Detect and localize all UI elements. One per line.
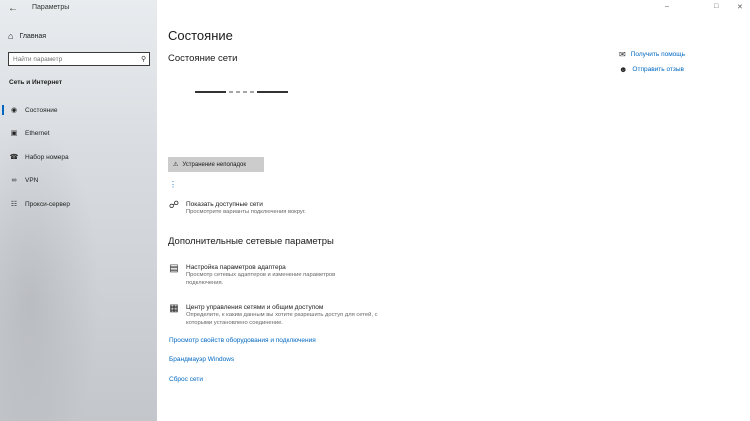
troubleshoot-label: Устранение неполадок — [182, 161, 246, 168]
sidebar-item-dialup[interactable]: ☎ Набор номера — [0, 148, 157, 166]
network-status-subtitle: Состояние сети — [168, 53, 238, 64]
back-arrow-icon[interactable]: ← — [8, 3, 18, 14]
network-diagram — [195, 91, 288, 93]
dialup-icon: ☎ — [9, 154, 19, 161]
hardware-properties-link[interactable]: Просмотр свойств оборудования и подключе… — [169, 337, 316, 344]
sharing-center-desc: Определите, к каким данным вы хотите раз… — [186, 312, 378, 326]
home-label: Главная — [19, 32, 47, 40]
feedback-label: Отправить отзыв — [632, 66, 685, 73]
sidebar-item-label: Ethernet — [25, 129, 50, 137]
sharing-center-title: Центр управления сетями и общим доступом — [186, 304, 324, 311]
show-networks-link[interactable]: ☍ Показать доступные сети Просмотрите ва… — [168, 200, 396, 217]
show-networks-title: Показать доступные сети — [186, 201, 263, 208]
firewall-link[interactable]: Брандмауэр Windows — [169, 356, 234, 363]
get-help-link[interactable]: ✉ Получить помощь — [619, 50, 685, 59]
network-reset-link[interactable]: Сброс сети — [169, 376, 203, 383]
minimize-button[interactable]: – — [665, 3, 669, 10]
title-bar: ← Параметры — [0, 0, 157, 20]
sidebar-item-label: Прокси-сервер — [25, 200, 70, 208]
home-icon: ⌂ — [8, 31, 14, 41]
adapter-settings-link[interactable]: ▤ Настройка параметров адаптера Просмотр… — [168, 263, 371, 287]
status-icon: ◉ — [10, 107, 18, 114]
adapter-icon: ▤ — [169, 263, 179, 274]
vpn-icon: ∞ — [11, 176, 17, 184]
loading-spinner-icon: ⋮ — [169, 180, 177, 189]
network-globe-icon: ☍ — [168, 200, 180, 211]
sidebar-item-proxy[interactable]: ☷ Прокси-сервер — [0, 195, 157, 213]
sidebar-item-label: VPN — [25, 176, 39, 184]
search-input[interactable] — [9, 53, 137, 65]
troubleshoot-button[interactable]: ⚠ Устранение неполадок — [168, 157, 264, 172]
sidebar: ← Параметры ⌂ Главная ⚲ Сеть и Интернет … — [0, 0, 157, 421]
app-title: Параметры — [32, 4, 70, 11]
adapter-settings-desc: Просмотр сетевых адаптеров и изменение п… — [186, 272, 336, 286]
search-icon[interactable]: ⚲ — [141, 55, 146, 63]
search-box[interactable]: ⚲ — [8, 52, 150, 66]
warning-icon: ⚠ — [173, 162, 179, 168]
main-content: – □ ✕ Состояние Состояние сети ⚠ Устране… — [157, 0, 750, 421]
advanced-section-title: Дополнительные сетевые параметры — [168, 236, 334, 247]
sharing-center-link[interactable]: ▦ Центр управления сетями и общим доступ… — [168, 303, 386, 327]
globe-icon: ☷ — [10, 201, 18, 208]
sidebar-item-label: Набор номера — [25, 153, 69, 161]
sidebar-item-status[interactable]: ◉ Состояние — [0, 101, 157, 119]
sidebar-section-title: Сеть и Интернет — [9, 79, 63, 86]
show-networks-desc: Просмотрите варианты подключения вокруг. — [186, 209, 306, 215]
help-chat-icon: ✉ — [619, 50, 626, 59]
feedback-icon: ☻ — [619, 65, 628, 74]
sidebar-item-label: Состояние — [25, 106, 58, 114]
adapter-settings-title: Настройка параметров адаптера — [186, 264, 286, 271]
home-link[interactable]: ⌂ Главная — [8, 31, 46, 41]
feedback-link[interactable]: ☻ Отправить отзыв — [619, 65, 684, 74]
maximize-button[interactable]: □ — [714, 3, 718, 10]
sidebar-item-vpn[interactable]: ∞ VPN — [0, 171, 157, 189]
get-help-label: Получить помощь — [630, 51, 686, 58]
close-button[interactable]: ✕ — [737, 3, 743, 11]
sidebar-item-ethernet[interactable]: ▣ Ethernet — [0, 124, 157, 142]
page-title: Состояние — [168, 28, 233, 43]
ethernet-icon: ▣ — [10, 130, 18, 137]
sharing-center-icon: ▦ — [169, 303, 179, 314]
